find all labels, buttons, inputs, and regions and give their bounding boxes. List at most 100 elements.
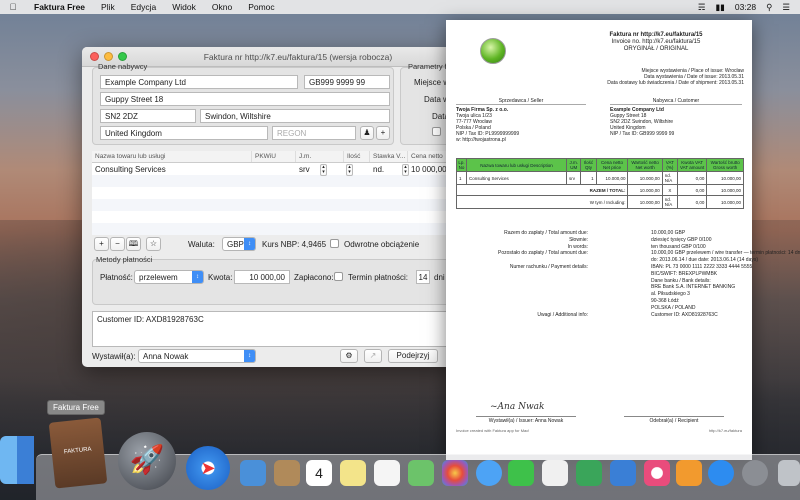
summary-value: do: 2013.06.14 / due date: 2013.06.14 (1… — [651, 257, 759, 264]
notification-center-icon[interactable]: ☰ — [782, 2, 790, 13]
facetime-icon[interactable] — [508, 460, 534, 486]
apple-icon[interactable]:  — [0, 2, 26, 12]
minimize-button[interactable] — [104, 52, 113, 61]
cell: 10.000,00 — [627, 171, 663, 185]
cell: srv — [565, 171, 582, 185]
invoice-table-header: Lp. No Nazwa towaru lub usługi Descripti… — [456, 158, 744, 172]
buyer-block: Nabywca / Customer Example Company Ltd G… — [610, 98, 742, 137]
summary-key: In words: — [567, 243, 588, 250]
messages-icon[interactable] — [476, 460, 502, 486]
keynote-icon[interactable] — [610, 460, 636, 486]
numbers-chart-icon[interactable] — [576, 460, 602, 486]
app-store-icon[interactable] — [708, 460, 734, 486]
paid-checkbox[interactable] — [334, 272, 343, 281]
safari-icon[interactable]: ➤ — [186, 446, 230, 490]
menu-app-name[interactable]: Faktura Free — [26, 2, 93, 12]
faktura-app-icon[interactable]: FAKTURA — [48, 417, 108, 489]
items-table-body[interactable]: Consulting Services srv 1 nd. 10 000,00 — [92, 163, 454, 235]
clock[interactable]: 03:28 — [735, 2, 756, 12]
launchpad-icon[interactable]: 🚀 — [118, 432, 176, 490]
cell: 10.000,00 — [706, 184, 744, 196]
faktura-app-label: FAKTURA — [63, 446, 92, 456]
reminders-icon[interactable] — [374, 460, 400, 486]
item-name[interactable]: Consulting Services — [92, 165, 252, 174]
window-title: Faktura nr http://k7.eu/faktura/15 (wers… — [203, 51, 393, 62]
buyer-company-field[interactable]: Example Company Ltd — [100, 75, 298, 89]
remove-row-button[interactable]: − — [110, 237, 125, 251]
buyer-postcode-field[interactable]: SN2 2DZ — [100, 109, 196, 123]
invoice-number-pl: Faktura nr http://k7.eu/faktura/15 — [609, 32, 703, 38]
cell: 10.000,00 — [627, 195, 663, 209]
menu-view[interactable]: Widok — [164, 2, 204, 12]
col-pkwiu[interactable]: PKWiU — [252, 151, 296, 162]
preview-button[interactable]: Podejrzyj — [388, 349, 438, 363]
numbers-icon[interactable] — [542, 460, 568, 486]
buyer-street-field[interactable]: Guppy Street 18 — [100, 92, 390, 106]
favorite-button[interactable]: ☆ — [146, 237, 161, 251]
currency-select[interactable]: GBP ↕ — [222, 237, 256, 251]
buyer-city-field[interactable]: Swindon, Wiltshire — [200, 109, 390, 123]
table-row[interactable]: Consulting Services srv 1 nd. 10 000,00 — [92, 163, 454, 175]
payment-term-label: Termin płatności: — [348, 273, 409, 282]
trash-icon[interactable] — [778, 460, 800, 486]
books-icon[interactable] — [676, 460, 702, 486]
payment-group-label: Metody płatności — [96, 255, 153, 264]
payment-term-field[interactable]: 14 — [416, 270, 430, 284]
vat-stepper[interactable]: ▴ ▾ — [402, 164, 409, 176]
col-unit[interactable]: J.m. — [296, 151, 344, 162]
params-checkbox[interactable] — [432, 127, 441, 136]
cell: nd. N/A — [661, 195, 678, 209]
amount-field[interactable]: 10 000,00 — [234, 270, 290, 284]
catalog-button[interactable]: 🕮 — [126, 237, 141, 251]
cell: 0,00 — [676, 171, 708, 185]
col-name[interactable]: Nazwa towaru lub usługi — [92, 151, 252, 162]
battery-icon[interactable]: ▮▮ — [716, 2, 725, 13]
signature-image: ~Ana Nwak — [490, 402, 545, 412]
wifi-icon[interactable]: ☴ — [698, 2, 706, 13]
issuer-select[interactable]: Anna Nowak ↕ — [138, 349, 256, 363]
buyer-country-field[interactable]: United Kingdom — [100, 126, 268, 140]
col-vat[interactable]: Stawka V... — [370, 151, 408, 162]
zoom-button[interactable] — [118, 52, 127, 61]
spotlight-icon[interactable]: ⚲ — [766, 2, 772, 13]
table-row-total: RAZEM / TOTAL: 10.000,00 X 0,00 10.000,0… — [455, 184, 744, 196]
music-icon[interactable] — [644, 460, 670, 486]
add-contact-button[interactable]: + — [376, 126, 390, 140]
payment-method-select[interactable]: przelewem ↕ — [134, 270, 204, 284]
cell: 0,00 — [676, 195, 708, 209]
reverse-charge-checkbox[interactable] — [330, 239, 339, 248]
qty-stepper[interactable]: ▴ ▾ — [346, 164, 353, 176]
issuer-label: Wystawił(a): — [92, 352, 136, 361]
summary-value: 90-368 Łódź — [651, 298, 679, 304]
mail-icon[interactable] — [240, 460, 266, 486]
company-logo-icon — [480, 38, 506, 64]
finder-icon[interactable] — [0, 436, 34, 484]
calendar-icon[interactable]: 4 — [306, 460, 332, 486]
th-qty: Ilość Qty — [580, 158, 597, 172]
share-button[interactable]: ↗ — [364, 349, 382, 363]
col-qty[interactable]: Ilość — [344, 151, 370, 162]
menu-window[interactable]: Okno — [204, 2, 240, 12]
notes-field[interactable]: Customer ID: AXD81928763C — [92, 311, 454, 347]
signature-line-issuer — [476, 416, 576, 417]
notes-icon[interactable] — [340, 460, 366, 486]
maps-icon[interactable] — [408, 460, 434, 486]
invoice-preview[interactable]: Faktura nr http://k7.eu/faktura/15 Invoi… — [446, 20, 800, 460]
menu-file[interactable]: Plik — [93, 2, 123, 12]
settings-button[interactable]: ⚙ — [340, 349, 358, 363]
buyer-nip-field[interactable]: GB999 9999 99 — [304, 75, 390, 89]
buyer-regon-field[interactable]: REGON — [272, 126, 356, 140]
summary-value: POLSKA / POLAND — [651, 304, 696, 311]
system-preferences-icon[interactable] — [742, 460, 768, 486]
add-row-button[interactable]: + — [94, 237, 109, 251]
share-icon: ↗ — [369, 351, 377, 360]
contacts-icon[interactable] — [274, 460, 300, 486]
th-net-price: Cena netto Net price — [595, 158, 629, 172]
menu-edit[interactable]: Edycja — [123, 2, 165, 12]
menu-help[interactable]: Pomoc — [240, 2, 282, 12]
contact-picker-button[interactable]: ♟ — [360, 126, 374, 140]
photos-icon[interactable] — [442, 460, 468, 486]
summary-value: IBAN: PL 73 0000 1111 2222 3333 4444 555… — [651, 264, 753, 270]
close-button[interactable] — [90, 52, 99, 61]
unit-stepper[interactable]: ▴ ▾ — [320, 164, 327, 176]
